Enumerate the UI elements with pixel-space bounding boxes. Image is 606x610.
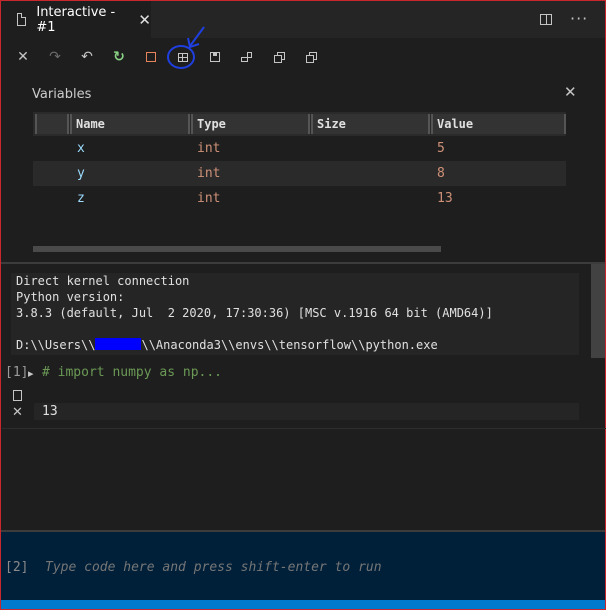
status-bar [1, 600, 605, 609]
variables-button[interactable] [175, 49, 191, 65]
tab-title: Interactive - #1 [36, 4, 116, 35]
save-button[interactable] [207, 49, 223, 65]
more-actions-icon[interactable]: ··· [570, 9, 588, 28]
var-name: x [77, 141, 85, 156]
table-row[interactable]: y int 8 [33, 161, 566, 186]
var-name: z [77, 191, 85, 206]
header-selector[interactable] [35, 114, 69, 134]
variables-close-icon[interactable]: ✕ [564, 83, 577, 101]
export-button[interactable] [239, 49, 255, 65]
tab-interactive[interactable]: Interactive - #1 ✕ [1, 1, 151, 38]
split-editor-icon[interactable] [540, 14, 552, 25]
variables-panel: Variables ✕ Name Type Size Value x int 5… [1, 76, 605, 262]
python-path: D:\\Users\\ \\Anaconda3\\envs\\tensorflow… [16, 338, 438, 352]
expand-all-button[interactable] [271, 49, 287, 65]
var-name: y [77, 166, 85, 181]
delete-cell-icon[interactable]: ✕ [12, 405, 23, 420]
tab-close-icon[interactable]: ✕ [138, 11, 151, 29]
column-header-type[interactable]: Type [191, 114, 310, 134]
python-version-label: Python version: [16, 290, 125, 304]
var-value: 5 [437, 141, 445, 156]
var-type: int [197, 191, 221, 206]
kernel-connection-line: Direct kernel connection [16, 274, 190, 288]
code-input-field[interactable] [45, 560, 545, 575]
cell-output-text: 13 [42, 404, 58, 419]
redo-icon[interactable]: ↷ [47, 49, 63, 65]
table-row[interactable]: z int 13 [33, 186, 566, 211]
kernel-info-block: Direct kernel connection Python version:… [11, 273, 579, 355]
code-input-area: [2] [1, 532, 605, 600]
save-icon [210, 52, 220, 62]
var-value: 13 [437, 191, 453, 206]
horizontal-scrollbar[interactable] [33, 246, 441, 252]
path-prefix: D:\\Users\\ [16, 338, 96, 352]
stop-icon [146, 52, 156, 62]
variables-table: Name Type Size Value x int 5 y int 8 z i… [33, 112, 566, 211]
redacted-username [95, 338, 142, 350]
column-header-size[interactable]: Size [311, 114, 430, 134]
expand-cell-chevron-icon[interactable]: ▸ [28, 367, 34, 380]
table-row[interactable]: x int 5 [33, 136, 566, 161]
input-execution-count: [2] [5, 560, 29, 575]
cell-divider [2, 428, 606, 429]
tab-bar: Interactive - #1 ✕ ··· [1, 1, 605, 38]
vertical-scrollbar[interactable] [591, 264, 605, 358]
collapse-all-button[interactable] [303, 49, 319, 65]
export-icon [241, 52, 253, 62]
var-type: int [197, 166, 221, 181]
variables-title: Variables [32, 87, 92, 102]
interrupt-kernel-button[interactable] [143, 49, 159, 65]
path-suffix: \\Anaconda3\\envs\\tensorflow\\python.ex… [141, 338, 438, 352]
cell-output: 13 [34, 403, 579, 420]
table-header: Name Type Size Value [33, 112, 566, 136]
python-version-text: 3.8.3 (default, Jul 2 2020, 17:30:36) [M… [16, 306, 493, 320]
expand-all-icon [273, 51, 285, 63]
cell-execution-count: [1] [5, 365, 29, 380]
undo-icon[interactable]: ↶ [79, 49, 95, 65]
var-type: int [197, 141, 221, 156]
file-icon [17, 13, 27, 26]
cell-collapsed-code[interactable]: # import numpy as np... [42, 365, 222, 380]
column-header-value[interactable]: Value [431, 114, 566, 134]
column-header-name[interactable]: Name [70, 114, 190, 134]
restart-kernel-icon[interactable]: ↻ [111, 49, 127, 65]
interactive-toolbar: ✕ ↷ ↶ ↻ [1, 38, 605, 76]
clear-all-icon[interactable]: ✕ [15, 49, 31, 65]
variables-grid-icon [178, 52, 188, 62]
goto-code-icon[interactable] [13, 390, 22, 401]
var-value: 8 [437, 166, 445, 181]
output-area: Direct kernel connection Python version:… [1, 264, 606, 530]
collapse-all-icon [305, 51, 317, 63]
